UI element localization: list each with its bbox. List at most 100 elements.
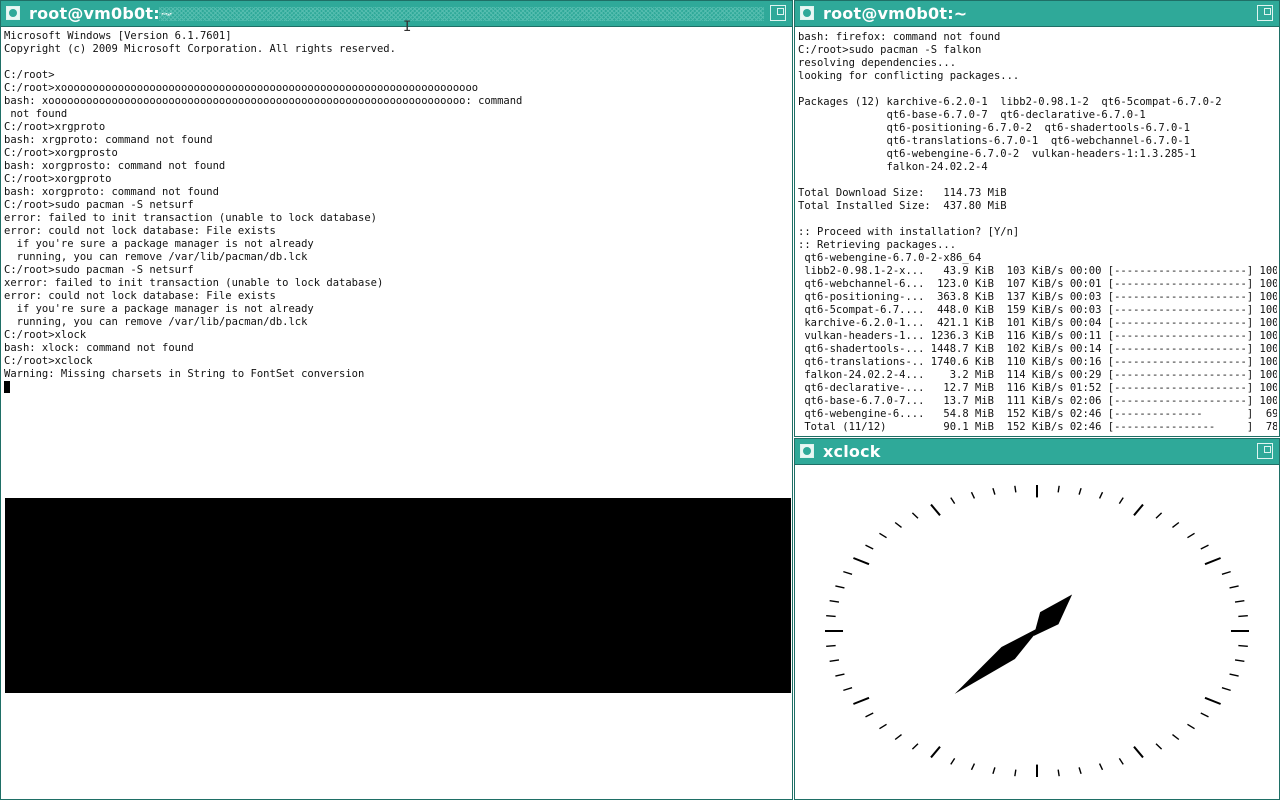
terminal-line: bash: firefox: command not found [798,31,1001,43]
clock-minor-tick [843,570,853,575]
download-progress-row: Total (11/12) 90.1 MiB 152 KiB/s 02:46 [… [798,421,1277,434]
download-percent: 100% [1259,395,1278,407]
download-time: 00:29 [1069,369,1108,381]
right-terminal-titlebar[interactable]: root@vm0b0t:~ [795,1,1279,27]
terminal-line: falkon-24.02.2-4 [798,161,988,173]
download-rate: 101 KiB/s [1000,317,1070,329]
download-name: vulkan-headers-1... [798,330,925,342]
terminal-line: bash: xooooooooooooooooooooooooooooooooo… [4,95,523,107]
download-progress-row: qt6-positioning-... 363.8 KiB 137 KiB/s … [798,291,1277,304]
xclock-titlebar[interactable]: xclock [795,439,1279,465]
download-progress-row: qt6-base-6.7.0-7... 13.7 MiB 111 KiB/s 0… [798,395,1277,408]
clock-minor-tick [1221,687,1231,692]
download-time: 02:06 [1069,395,1108,407]
download-percent: 100% [1259,330,1278,342]
clock-minor-tick [1187,723,1195,730]
download-rate: 103 KiB/s [1000,265,1070,277]
download-progress-bar: [---------------------] [1107,278,1254,290]
terminal-line: not found [4,108,68,120]
download-name: Total (11/12) [798,421,925,433]
clock-minor-tick [1098,763,1104,771]
terminal-line: qt6-translations-6.7.0-1 qt6-webchannel-… [798,135,1190,147]
clock-minute-hand [954,626,1042,694]
window-menu-icon[interactable] [6,6,20,20]
clock-minor-tick [1098,491,1104,499]
left-terminal-titlebar[interactable]: root@vm0b0t:~ [1,1,792,27]
download-time: 02:46 [1069,421,1108,433]
terminal-line: looking for conflicting packages... [798,70,1020,82]
clock-major-tick [930,746,941,759]
titlebar-drag-area[interactable] [159,7,764,21]
download-rate: 116 KiB/s [1000,382,1070,394]
clock-minor-tick [1238,644,1248,647]
maximize-icon[interactable] [1257,5,1273,21]
clock-minor-tick [970,491,976,499]
terminal-line: bash: xorgprosto: command not found [4,160,226,172]
clock-minor-tick [1118,757,1124,765]
clock-minor-tick [835,673,845,677]
clock-minor-tick [835,585,845,589]
terminal-line: error: failed to init transaction (unabl… [4,212,377,224]
terminal-line: :: Retrieving packages... [798,239,957,251]
clock-minor-tick [1057,769,1060,777]
download-time: 00:14 [1069,343,1108,355]
download-size: 421.1 KiB [924,317,1001,329]
download-name: qt6-5compat-6.7.... [798,304,925,316]
download-progress-row: qt6-5compat-6.7.... 448.0 KiB 159 KiB/s … [798,304,1277,317]
download-time: 00:04 [1069,317,1108,329]
clock-minor-tick [970,763,976,771]
clock-major-tick [853,557,870,566]
download-name: qt6-shadertools-... [798,343,925,355]
window-menu-icon[interactable] [800,6,814,20]
download-name: karchive-6.2.0-1... [798,317,925,329]
terminal-line: qt6-webengine-6.7.0-2-x86_64 [798,252,982,264]
download-name: qt6-translations-.. [798,356,925,368]
download-rate: 111 KiB/s [1000,395,1070,407]
download-percent: 100% [1259,278,1278,290]
clock-minor-tick [1014,769,1017,777]
terminal-line: C:/root>sudo pacman -S netsurf [4,264,194,276]
download-progress-row: qt6-shadertools-... 1448.7 KiB 102 KiB/s… [798,343,1277,356]
clock-minor-tick [879,532,887,539]
download-size: 123.0 KiB [924,278,1001,290]
clock-major-tick [1204,696,1221,705]
right-terminal-output[interactable]: bash: firefox: command not found C:/root>… [798,31,1277,434]
xclock-window[interactable]: xclock [794,438,1280,800]
terminal-line: qt6-positioning-6.7.0-2 qt6-shadertools-… [798,122,1190,134]
terminal-line: :: Proceed with installation? [Y/n] [798,226,1020,238]
left-terminal-window[interactable]: root@vm0b0t:~ Microsoft Windows [Version… [0,0,793,800]
terminal-line: bash: xrgproto: command not found [4,134,213,146]
window-menu-icon[interactable] [800,444,814,458]
clock-minor-tick [829,599,840,603]
download-time: 01:52 [1069,382,1108,394]
terminal-line: qt6-base-6.7.0-7 qt6-declarative-6.7.0-1 [798,109,1146,121]
clock-major-tick [930,503,941,516]
clock-minor-tick [1118,497,1124,505]
clock-minor-tick [911,512,919,519]
download-progress-bar: [---------------------] [1107,265,1254,277]
terminal-line: Packages (12) karchive-6.2.0-1 libb2-0.9… [798,96,1222,108]
terminal-line: error: could not lock database: File exi… [4,290,276,302]
clock-minor-tick [894,734,902,741]
right-terminal-window[interactable]: root@vm0b0t:~ bash: firefox: command not… [794,0,1280,437]
terminal-line: C:/root> [4,69,55,81]
download-percent: 100% [1259,356,1278,368]
clock-minor-tick [829,659,840,663]
terminal-line: error: could not lock database: File exi… [4,225,276,237]
terminal-line: bash: xlock: command not found [4,342,194,354]
download-progress-row: qt6-declarative-... 12.7 MiB 116 KiB/s 0… [798,382,1277,395]
download-size: 12.7 MiB [924,382,1001,394]
download-progress-row: qt6-translations-.. 1740.6 KiB 110 KiB/s… [798,356,1277,369]
terminal-cursor [4,381,10,393]
download-size: 363.8 KiB [924,291,1001,303]
download-size: 1740.6 KiB [924,356,1001,368]
terminal-line: Microsoft Windows [Version 6.1.7601] [4,30,232,42]
clock-major-tick [1204,557,1221,566]
clock-minor-tick [950,497,956,505]
download-rate: 137 KiB/s [1000,291,1070,303]
maximize-icon[interactable] [1257,443,1273,459]
maximize-icon[interactable] [770,5,786,21]
download-progress-row: falkon-24.02.2-4... 3.2 MiB 114 KiB/s 00… [798,369,1277,382]
